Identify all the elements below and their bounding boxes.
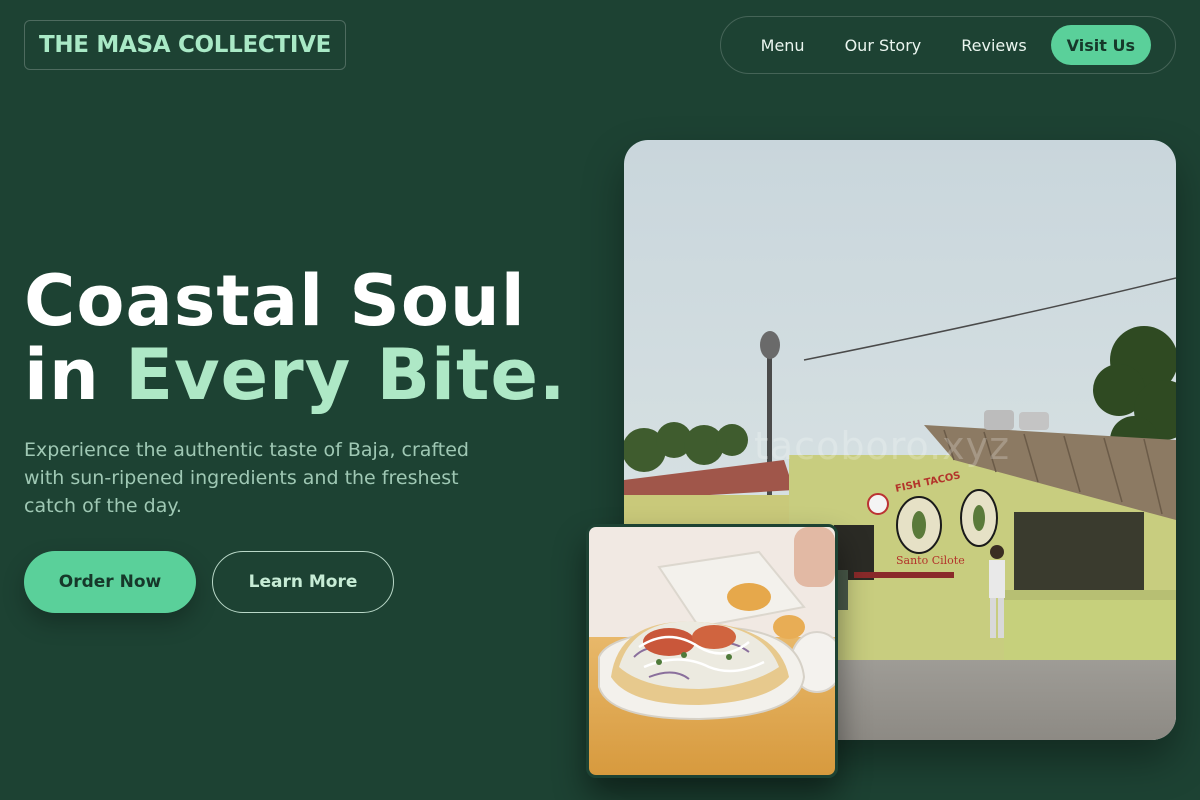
nav-item-reviews[interactable]: Reviews (941, 36, 1046, 55)
taco-photo (586, 524, 838, 778)
main-nav: Menu Our Story Reviews Visit Us (720, 16, 1176, 74)
visit-us-button[interactable]: Visit Us (1050, 25, 1151, 65)
logo-text: THE MASA COLLECTIVE (38, 32, 332, 58)
hero-subtext: Experience the authentic taste of Baja, … (24, 439, 469, 517)
learn-more-button[interactable]: Learn More (212, 551, 394, 613)
taco-illustration (589, 527, 835, 775)
page: THE MASA COLLECTIVE Menu Our Story Revie… (0, 0, 1200, 800)
image-watermark: tacoboro.xyz (754, 424, 1011, 468)
nav-item-our-story[interactable]: Our Story (825, 36, 942, 55)
sign-santo-cilote: Santo Cilote (896, 554, 965, 567)
headline-line-1: Coastal Soul (24, 260, 526, 342)
site-logo[interactable]: THE MASA COLLECTIVE (24, 20, 346, 70)
headline-line-2-prefix: in (24, 334, 126, 416)
nav-item-menu[interactable]: Menu (741, 36, 825, 55)
hero-headline: Coastal Soul in Every Bite. (24, 264, 567, 412)
headline-accent: Every Bite. (125, 334, 567, 416)
order-now-button[interactable]: Order Now (24, 551, 196, 613)
